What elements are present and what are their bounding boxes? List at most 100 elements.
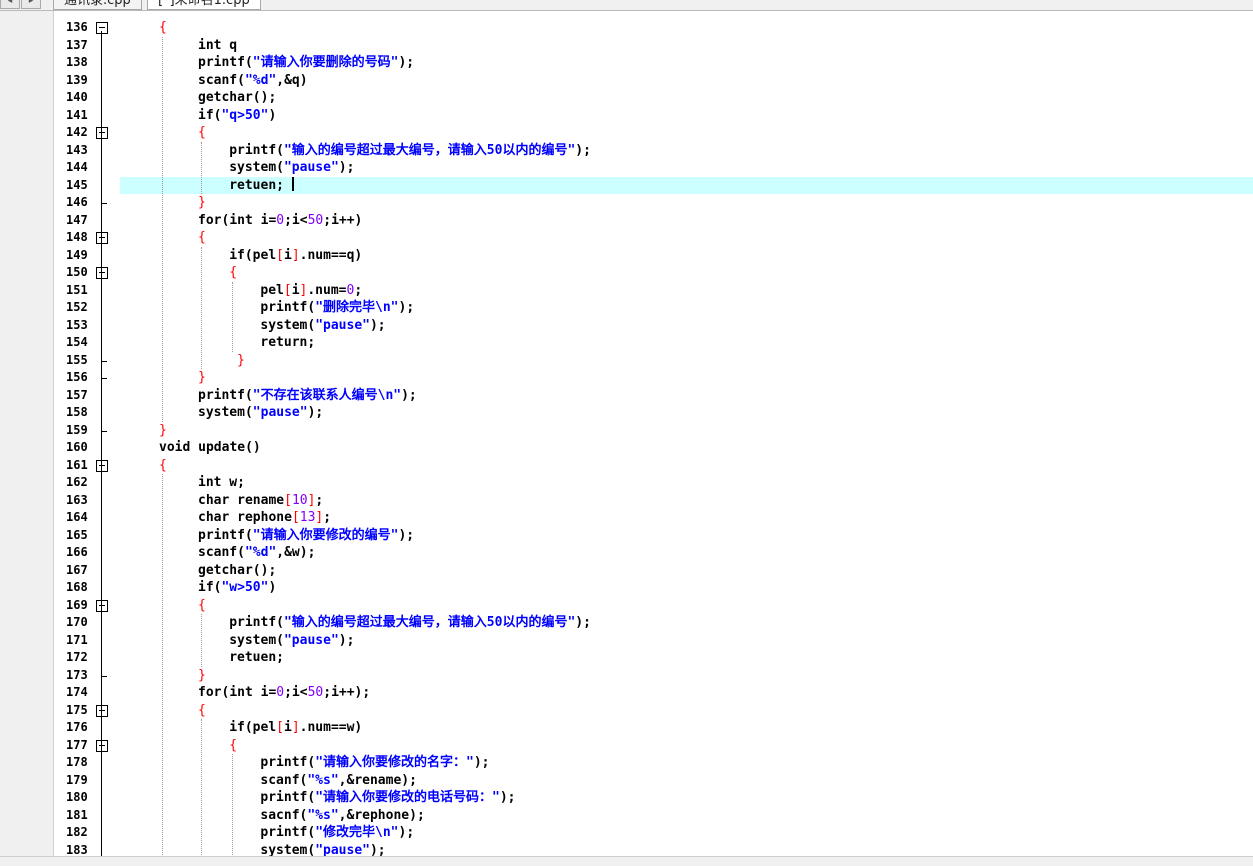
tab-file-contacts[interactable]: 通讯录.cpp xyxy=(53,0,142,10)
code-text: { xyxy=(229,737,238,753)
line-number: 151 xyxy=(66,282,88,297)
code-line[interactable] xyxy=(0,457,1253,475)
fold-toggle-icon[interactable] xyxy=(96,599,108,612)
code-line[interactable] xyxy=(0,264,1253,282)
line-number: 174 xyxy=(66,685,88,699)
line-number: 171 xyxy=(66,632,88,647)
code-line[interactable] xyxy=(0,369,1253,387)
code-text: sacnf("%s",&rephone); xyxy=(260,807,425,823)
code-line[interactable] xyxy=(0,754,1253,772)
line-number: 164 xyxy=(66,510,88,524)
code-line[interactable] xyxy=(0,474,1253,492)
line-number: 154 xyxy=(66,335,88,349)
code-line[interactable] xyxy=(0,72,1253,90)
code-line[interactable] xyxy=(0,807,1253,825)
code-line[interactable] xyxy=(0,229,1253,247)
code-text: printf("不存在该联系人编号\n"); xyxy=(198,387,417,403)
line-number: 148 xyxy=(66,230,88,244)
code-line[interactable] xyxy=(0,842,1253,857)
fold-toggle-icon[interactable] xyxy=(96,232,108,244)
indent-guide xyxy=(201,719,202,856)
code-line[interactable] xyxy=(0,334,1253,352)
code-text: system("pause"); xyxy=(260,842,386,857)
indent-guide xyxy=(162,474,163,856)
fold-toggle-icon[interactable] xyxy=(96,127,108,139)
line-number: 165 xyxy=(66,527,88,542)
line-number: 158 xyxy=(66,405,88,419)
line-number: 176 xyxy=(66,720,88,734)
fold-toggle-icon[interactable] xyxy=(96,739,108,752)
fold-end-marker xyxy=(101,675,107,677)
code-line[interactable] xyxy=(0,579,1253,597)
line-number: 169 xyxy=(66,597,88,612)
code-text: return; xyxy=(260,335,316,350)
chevron-right-icon[interactable]: ▸ xyxy=(21,0,41,9)
code-text: if("w>50") xyxy=(198,580,277,595)
code-text: int w; xyxy=(198,475,245,490)
fold-toggle-icon[interactable] xyxy=(96,267,108,279)
line-number: 167 xyxy=(66,562,88,577)
code-editor[interactable]: 136 {137 int q 138 printf("请输入你要删除的号码"); 139 s… xyxy=(0,11,1253,856)
code-text: char rephone[13]; xyxy=(198,510,332,525)
code-line[interactable] xyxy=(0,247,1253,265)
code-line[interactable] xyxy=(0,159,1253,177)
code-line[interactable] xyxy=(0,649,1253,667)
indent-guide xyxy=(201,141,202,194)
code-line[interactable] xyxy=(0,89,1253,107)
code-line[interactable] xyxy=(0,509,1253,527)
fold-end-marker xyxy=(101,360,107,362)
indent-guide xyxy=(232,281,234,352)
line-number: 175 xyxy=(66,702,88,717)
code-line[interactable] xyxy=(0,404,1253,422)
line-number: 177 xyxy=(66,737,88,752)
line-number: 160 xyxy=(66,440,88,454)
code-line[interactable] xyxy=(0,527,1253,545)
code-text: printf("输入的编号超过最大编号，请输入50以内的编号"); xyxy=(229,142,591,158)
line-number: 172 xyxy=(66,650,88,664)
code-line[interactable] xyxy=(0,282,1253,300)
code-line[interactable] xyxy=(0,299,1253,317)
fold-toggle-icon[interactable] xyxy=(96,459,108,472)
fold-toggle-icon[interactable] xyxy=(96,704,108,717)
code-line[interactable] xyxy=(0,632,1253,650)
code-line[interactable] xyxy=(0,789,1253,807)
line-number: 153 xyxy=(66,317,88,332)
code-line[interactable] xyxy=(0,772,1253,790)
code-line[interactable] xyxy=(0,597,1253,615)
code-line[interactable] xyxy=(0,667,1253,685)
code-line[interactable] xyxy=(0,107,1253,125)
line-number: 183 xyxy=(66,842,88,857)
code-text: { xyxy=(198,230,206,245)
indent-guide xyxy=(162,36,163,422)
code-line[interactable] xyxy=(0,19,1253,37)
code-line[interactable] xyxy=(0,544,1253,562)
code-line[interactable] xyxy=(0,387,1253,405)
chevron-left-icon[interactable]: ◂ xyxy=(0,0,20,9)
code-line[interactable] xyxy=(0,194,1253,212)
code-line[interactable] xyxy=(0,422,1253,440)
code-line[interactable] xyxy=(0,212,1253,230)
code-text: { xyxy=(229,265,238,280)
code-text: printf("请输入你要修改的编号"); xyxy=(198,527,415,543)
code-line[interactable] xyxy=(0,614,1253,632)
code-line[interactable] xyxy=(0,317,1253,335)
code-line[interactable] xyxy=(0,737,1253,755)
code-line[interactable] xyxy=(0,719,1253,737)
fold-margin-line xyxy=(101,31,102,856)
code-line[interactable] xyxy=(0,54,1253,72)
tab-file-untitled[interactable]: [*]未命名1.cpp xyxy=(147,0,261,10)
line-number: 163 xyxy=(66,492,88,507)
code-line[interactable] xyxy=(0,492,1253,510)
code-line[interactable] xyxy=(0,684,1253,702)
code-line[interactable] xyxy=(0,142,1253,160)
code-line[interactable] xyxy=(0,562,1253,580)
code-line[interactable] xyxy=(0,352,1253,370)
code-text: scanf("%d",&w); xyxy=(198,545,316,560)
line-number: 170 xyxy=(66,615,88,629)
code-line[interactable] xyxy=(0,37,1253,55)
line-number: 142 xyxy=(66,125,88,139)
code-line[interactable] xyxy=(0,824,1253,842)
code-line[interactable] xyxy=(0,124,1253,142)
code-line[interactable] xyxy=(0,702,1253,720)
fold-toggle-icon[interactable] xyxy=(96,22,108,34)
